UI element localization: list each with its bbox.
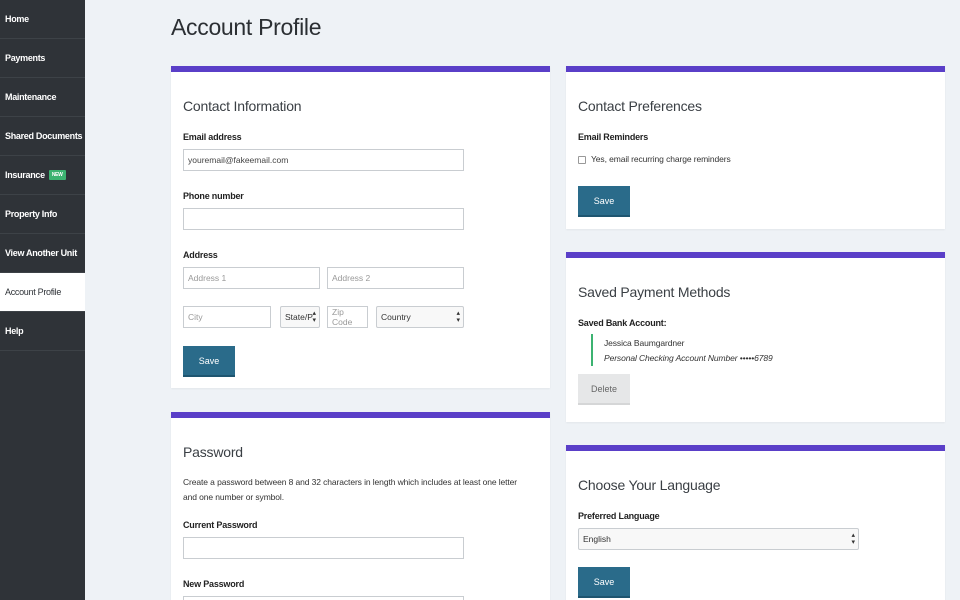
email-field[interactable]: youremail@fakeemail.com bbox=[183, 149, 464, 171]
select-arrows-icon: ▴ ▾ bbox=[456, 310, 460, 324]
save-language-button[interactable]: Save bbox=[578, 567, 630, 598]
save-preferences-button[interactable]: Save bbox=[578, 186, 630, 217]
sidebar-item-help[interactable]: Help bbox=[0, 312, 85, 351]
new-password-field[interactable] bbox=[183, 596, 464, 600]
sidebar: Home Payments Maintenance Shared Documen… bbox=[0, 0, 85, 600]
card-title: Saved Payment Methods bbox=[578, 284, 731, 300]
sidebar-item-label: Payments bbox=[5, 53, 46, 63]
sidebar-item-label: View Another Unit bbox=[5, 248, 77, 258]
card-title: Password bbox=[183, 444, 243, 460]
state-select[interactable]: State/P ▴ ▾ bbox=[280, 306, 320, 328]
address-1-field[interactable]: Address 1 bbox=[183, 267, 320, 289]
new-badge: NEW bbox=[48, 170, 66, 180]
page-title: Account Profile bbox=[171, 14, 322, 40]
sidebar-item-label: Account Profile bbox=[5, 287, 62, 297]
sidebar-item-label: Insurance bbox=[5, 170, 45, 180]
current-password-field[interactable] bbox=[183, 537, 464, 559]
language-select-value: English bbox=[583, 534, 611, 544]
choose-language-card: Choose Your Language Preferred Language … bbox=[566, 445, 945, 600]
preferred-language-label: Preferred Language bbox=[578, 511, 660, 521]
saved-bank-account-label: Saved Bank Account: bbox=[578, 318, 667, 328]
password-card: Password Create a password between 8 and… bbox=[171, 412, 550, 600]
sidebar-item-view-another-unit[interactable]: View Another Unit bbox=[0, 234, 85, 273]
address-2-field[interactable]: Address 2 bbox=[327, 267, 464, 289]
delete-bank-account-button[interactable]: Delete bbox=[578, 374, 630, 405]
saved-payment-methods-card: Saved Payment Methods Saved Bank Account… bbox=[566, 252, 945, 422]
account-detail: Personal Checking Account Number •••••67… bbox=[604, 353, 773, 363]
current-password-label: Current Password bbox=[183, 520, 258, 530]
sidebar-item-label: Home bbox=[5, 14, 29, 24]
account-holder-name: Jessica Baumgardner bbox=[604, 338, 685, 348]
save-contact-button[interactable]: Save bbox=[183, 346, 235, 377]
sidebar-item-property-info[interactable]: Property Info bbox=[0, 195, 85, 234]
sidebar-item-label: Property Info bbox=[5, 209, 58, 219]
sidebar-item-account-profile[interactable]: Account Profile bbox=[0, 273, 85, 312]
city-field[interactable]: City bbox=[183, 306, 271, 328]
phone-field[interactable] bbox=[183, 208, 464, 230]
zip-code-field[interactable]: Zip Code bbox=[327, 306, 368, 328]
bank-account-accent-bar bbox=[591, 334, 593, 366]
sidebar-item-label: Shared Documents bbox=[5, 131, 83, 141]
phone-label: Phone number bbox=[183, 191, 244, 201]
sidebar-item-label: Help bbox=[5, 326, 24, 336]
select-arrows-icon: ▴ ▾ bbox=[312, 310, 316, 324]
password-description: Create a password between 8 and 32 chara… bbox=[183, 477, 518, 502]
sidebar-item-insurance[interactable]: Insurance NEW bbox=[0, 156, 85, 195]
sidebar-item-shared-documents[interactable]: Shared Documents bbox=[0, 117, 85, 156]
select-arrows-icon: ▴ ▾ bbox=[851, 532, 855, 546]
email-reminders-checkbox-label: Yes, email recurring charge reminders bbox=[591, 154, 731, 164]
contact-information-card: Contact Information Email address yourem… bbox=[171, 66, 550, 388]
preferred-language-select[interactable]: English ▴ ▾ bbox=[578, 528, 859, 550]
contact-preferences-card: Contact Preferences Email Reminders Yes,… bbox=[566, 66, 945, 229]
email-reminders-label: Email Reminders bbox=[578, 132, 649, 142]
state-select-value: State/P bbox=[285, 312, 313, 322]
country-select[interactable]: Country ▴ ▾ bbox=[376, 306, 464, 328]
sidebar-item-maintenance[interactable]: Maintenance bbox=[0, 78, 85, 117]
country-select-value: Country bbox=[381, 312, 411, 322]
sidebar-item-payments[interactable]: Payments bbox=[0, 39, 85, 78]
address-label: Address bbox=[183, 250, 218, 260]
card-title: Contact Preferences bbox=[578, 98, 702, 114]
sidebar-item-label: Maintenance bbox=[5, 92, 57, 102]
sidebar-item-home[interactable]: Home bbox=[0, 0, 85, 39]
email-reminders-checkbox[interactable] bbox=[578, 156, 586, 164]
new-password-label: New Password bbox=[183, 579, 245, 589]
email-label: Email address bbox=[183, 132, 242, 142]
card-title: Choose Your Language bbox=[578, 477, 721, 493]
card-title: Contact Information bbox=[183, 98, 302, 114]
